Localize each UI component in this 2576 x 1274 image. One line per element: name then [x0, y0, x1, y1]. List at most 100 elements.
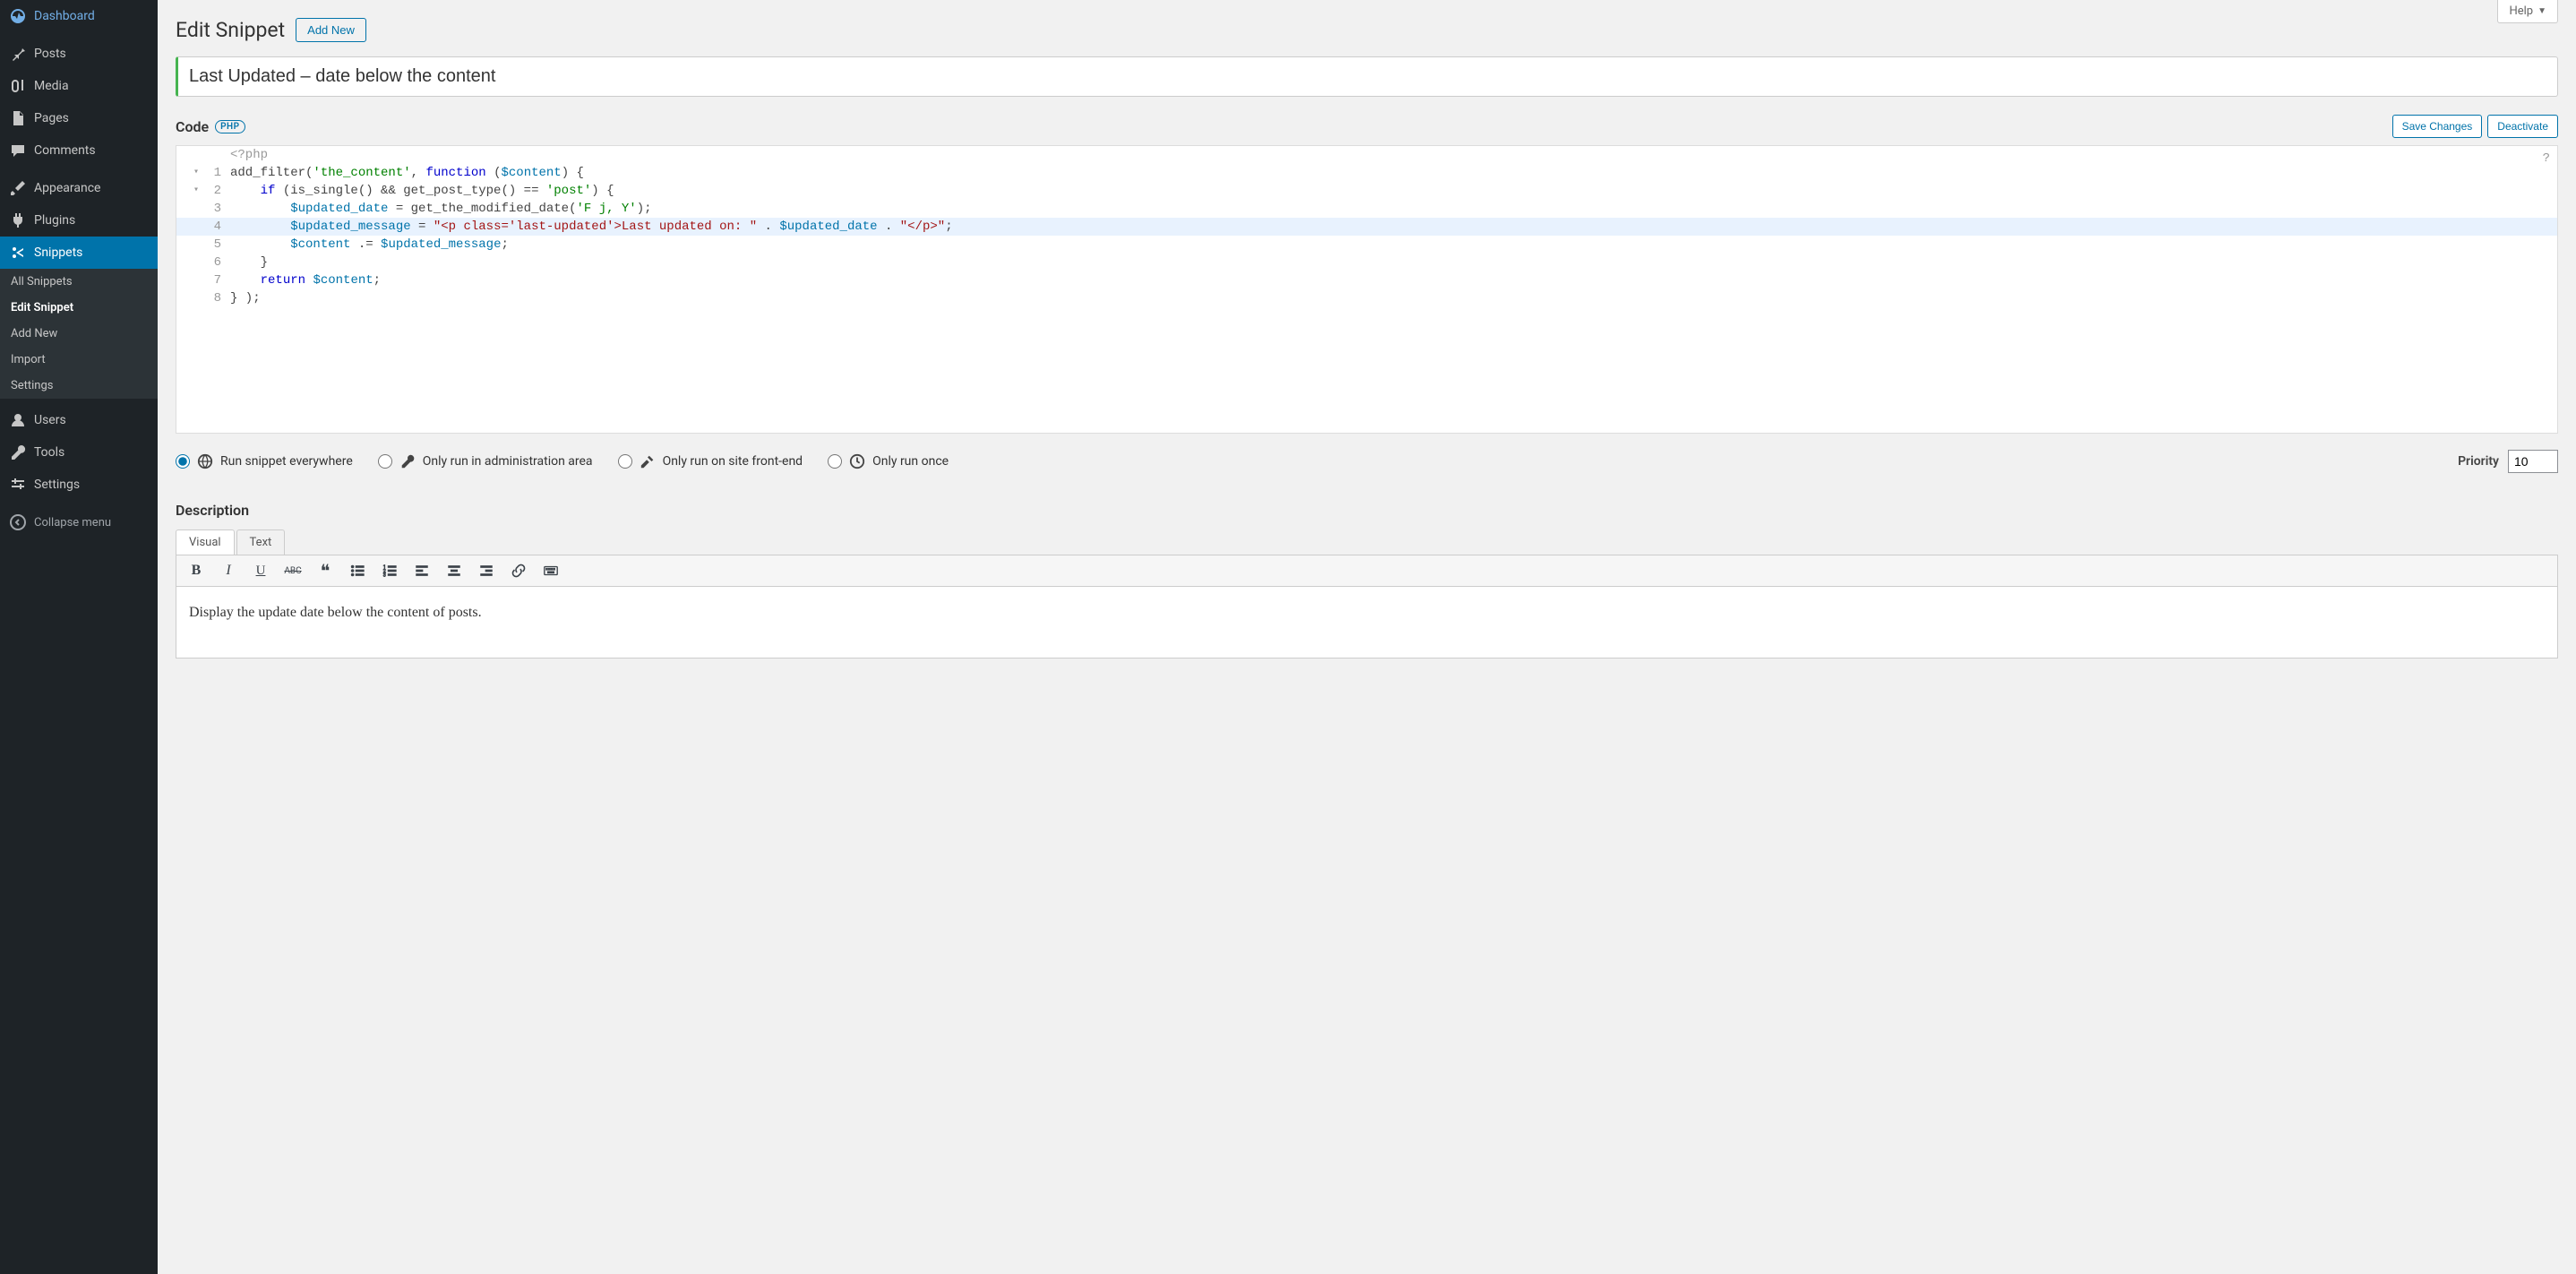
description-heading: Description	[176, 502, 2558, 519]
align-right-icon[interactable]	[476, 561, 497, 581]
underline-icon[interactable]: U	[250, 561, 271, 581]
editor-toolbar: B I U ABC ❝ 123	[176, 555, 2558, 587]
plug-icon	[9, 211, 27, 229]
menu-label: Snippets	[34, 245, 82, 260]
submenu-snippets: All Snippets Edit Snippet Add New Import…	[0, 269, 158, 399]
menu-dashboard[interactable]: Dashboard	[0, 0, 158, 32]
editor-help-icon[interactable]: ?	[2543, 151, 2550, 166]
scope-admin-radio[interactable]	[378, 454, 392, 469]
help-tab[interactable]: Help ▼	[2497, 0, 2558, 23]
brush-icon	[9, 179, 27, 197]
dashboard-icon	[9, 7, 27, 25]
collapse-menu[interactable]: Collapse menu	[0, 506, 158, 538]
page-icon	[9, 109, 27, 127]
scope-label: Run snippet everywhere	[220, 454, 353, 469]
clock-icon	[849, 453, 865, 469]
italic-icon[interactable]: I	[218, 561, 239, 581]
menu-comments[interactable]: Comments	[0, 134, 158, 167]
menu-pages[interactable]: Pages	[0, 102, 158, 134]
menu-appearance[interactable]: Appearance	[0, 172, 158, 204]
align-left-icon[interactable]	[411, 561, 433, 581]
save-changes-button[interactable]: Save Changes	[2392, 115, 2483, 138]
align-center-icon[interactable]	[443, 561, 465, 581]
comment-icon	[9, 142, 27, 159]
admin-sidebar: Dashboard Posts Media Pages Comments App…	[0, 0, 158, 1274]
menu-label: Comments	[34, 143, 96, 158]
code-line[interactable]: 5 $content .= $updated_message;	[176, 236, 2557, 254]
submenu-add-new[interactable]: Add New	[0, 321, 158, 347]
svg-text:3: 3	[383, 572, 386, 578]
menu-label: Plugins	[34, 213, 75, 228]
collapse-label: Collapse menu	[34, 516, 111, 529]
code-line[interactable]: 7 return $content;	[176, 271, 2557, 289]
menu-label: Dashboard	[34, 9, 95, 23]
menu-tools[interactable]: Tools	[0, 436, 158, 469]
code-line[interactable]: ▾2 if (is_single() && get_post_type() ==…	[176, 182, 2557, 200]
main-content: Help ▼ Edit Snippet Add New Code PHP Sav…	[158, 0, 2576, 1274]
scope-label: Only run in administration area	[423, 454, 593, 469]
menu-posts[interactable]: Posts	[0, 38, 158, 70]
globe-icon	[197, 453, 213, 469]
menu-label: Tools	[34, 445, 64, 460]
strikethrough-icon[interactable]: ABC	[282, 561, 304, 581]
wrench-icon	[9, 443, 27, 461]
add-new-button[interactable]: Add New	[296, 18, 366, 42]
php-badge: PHP	[215, 120, 245, 133]
menu-label: Users	[34, 413, 66, 427]
priority-label: Priority	[2458, 454, 2499, 469]
menu-label: Appearance	[34, 181, 100, 195]
menu-users[interactable]: Users	[0, 404, 158, 436]
user-icon	[9, 411, 27, 429]
code-section-label: Code	[176, 118, 209, 135]
code-line[interactable]: 6 }	[176, 254, 2557, 271]
menu-label: Posts	[34, 47, 66, 61]
pin-icon	[9, 45, 27, 63]
scope-label: Only run on site front-end	[663, 454, 803, 469]
php-open-tag: <?php	[227, 146, 2557, 164]
scissors-icon	[9, 244, 27, 262]
keyboard-icon[interactable]	[540, 561, 562, 581]
scope-once[interactable]: Only run once	[828, 453, 949, 469]
menu-media[interactable]: Media	[0, 70, 158, 102]
menu-label: Pages	[34, 111, 69, 125]
snippet-title-input[interactable]	[176, 56, 2558, 97]
scope-everywhere-radio[interactable]	[176, 454, 190, 469]
code-line[interactable]: 8} );	[176, 289, 2557, 307]
scope-frontend[interactable]: Only run on site front-end	[618, 453, 803, 469]
wrench-icon	[399, 453, 416, 469]
menu-snippets[interactable]: Snippets	[0, 237, 158, 269]
submenu-edit-snippet[interactable]: Edit Snippet	[0, 295, 158, 321]
deactivate-button[interactable]: Deactivate	[2487, 115, 2558, 138]
blockquote-icon[interactable]: ❝	[314, 561, 336, 581]
menu-label: Media	[34, 79, 69, 93]
scope-once-radio[interactable]	[828, 454, 842, 469]
scope-options: Run snippet everywhere Only run in admin…	[176, 453, 2458, 469]
help-label: Help	[2509, 4, 2533, 18]
collapse-icon	[9, 513, 27, 531]
menu-settings[interactable]: Settings	[0, 469, 158, 501]
code-line[interactable]: 3 $updated_date = get_the_modified_date(…	[176, 200, 2557, 218]
submenu-all-snippets[interactable]: All Snippets	[0, 269, 158, 295]
numbered-list-icon[interactable]: 123	[379, 561, 400, 581]
tab-visual[interactable]: Visual	[176, 529, 235, 555]
code-line[interactable]: 4 $updated_message = "<p class='last-upd…	[176, 218, 2557, 236]
bold-icon[interactable]: B	[185, 561, 207, 581]
scope-label: Only run once	[872, 454, 949, 469]
submenu-settings[interactable]: Settings	[0, 373, 158, 399]
scope-everywhere[interactable]: Run snippet everywhere	[176, 453, 353, 469]
priority-input[interactable]	[2508, 450, 2558, 473]
menu-label: Settings	[34, 478, 80, 492]
scope-frontend-radio[interactable]	[618, 454, 632, 469]
menu-plugins[interactable]: Plugins	[0, 204, 158, 237]
submenu-import[interactable]: Import	[0, 347, 158, 373]
sliders-icon	[9, 476, 27, 494]
code-editor[interactable]: ? <?php ▾1add_filter('the_content', func…	[176, 145, 2558, 434]
scope-admin[interactable]: Only run in administration area	[378, 453, 593, 469]
description-editor[interactable]: Display the update date below the conten…	[176, 587, 2558, 659]
media-icon	[9, 77, 27, 95]
bullet-list-icon[interactable]	[347, 561, 368, 581]
page-title: Edit Snippet	[176, 18, 285, 42]
tab-text[interactable]: Text	[236, 529, 286, 555]
code-line[interactable]: ▾1add_filter('the_content', function ($c…	[176, 164, 2557, 182]
link-icon[interactable]	[508, 561, 529, 581]
